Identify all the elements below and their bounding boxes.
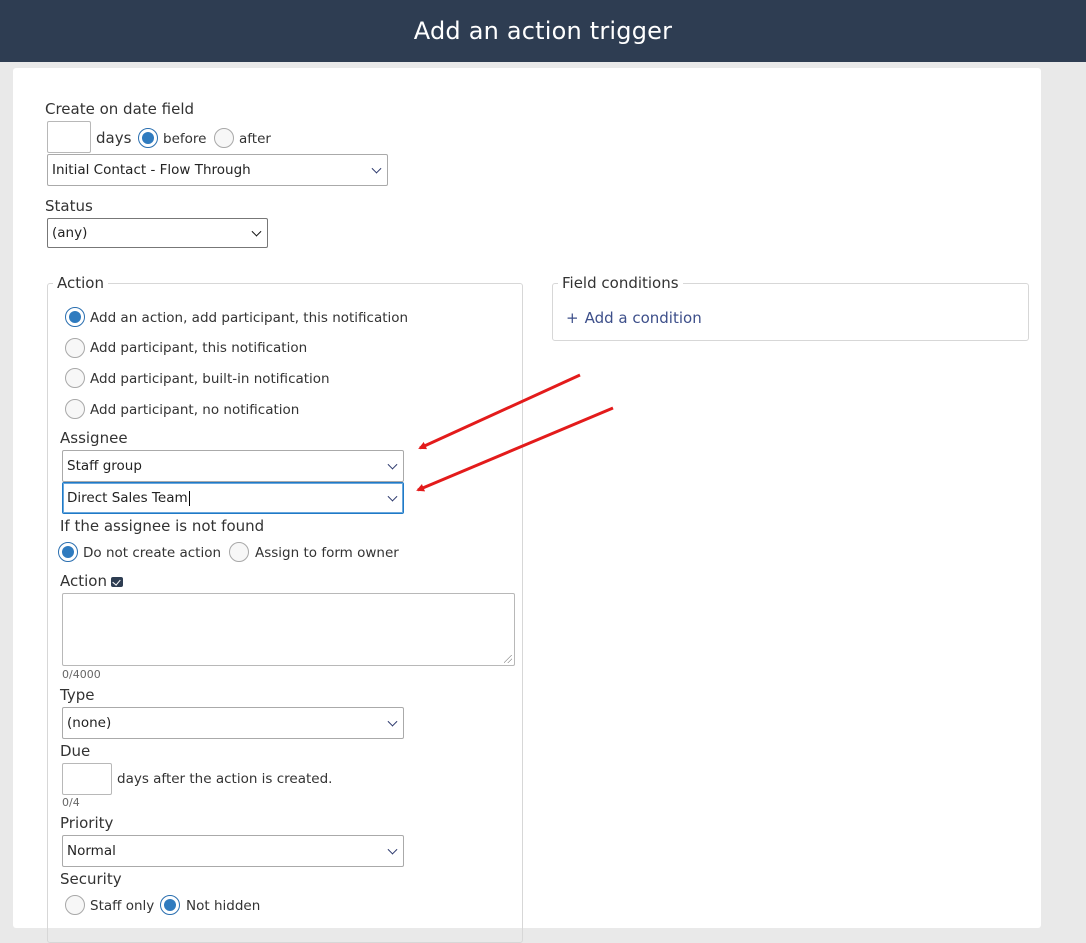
annotation-arrows <box>416 373 614 492</box>
annotation-arrow-1 <box>418 373 581 450</box>
annotation-arrow-2 <box>416 406 614 492</box>
